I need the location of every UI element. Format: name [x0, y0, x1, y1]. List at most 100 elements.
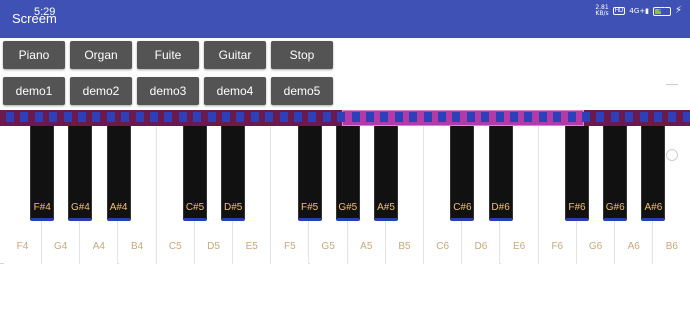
strip-key-marker — [135, 112, 144, 122]
black-key-label: A#4 — [109, 202, 128, 213]
demo3-button[interactable]: demo3 — [137, 77, 199, 105]
strip-key-marker — [596, 112, 605, 122]
fuite-button[interactable]: Fuite — [137, 41, 199, 69]
black-key-label: C#5 — [185, 202, 205, 213]
strip-key-marker — [193, 112, 202, 122]
strip-key-marker — [6, 112, 14, 122]
strip-key-marker — [207, 112, 216, 122]
demo5-button[interactable]: demo5 — [271, 77, 333, 105]
white-key-label: A5 — [360, 241, 373, 252]
hd-icon: HD — [612, 7, 626, 15]
white-key-label: C6 — [436, 241, 450, 252]
black-key-csharp5[interactable]: C#5 — [183, 126, 207, 221]
visible-range-highlight[interactable] — [342, 110, 584, 126]
strip-key-marker — [639, 112, 648, 122]
strip-key-marker — [452, 112, 461, 122]
strip-key-marker — [322, 112, 331, 122]
status-icons: 2.81 KB/s HD 4G+▮ 44 ⚡ — [595, 5, 682, 17]
charging-icon: ⚡ — [674, 5, 682, 16]
demo1-button[interactable]: demo1 — [3, 77, 65, 105]
instrument-button-row: Piano Organ Fuite Guitar Stop — [3, 41, 333, 69]
strip-key-marker — [495, 112, 504, 122]
black-key-asharp5[interactable]: A#5 — [374, 126, 398, 221]
strip-key-marker — [510, 112, 518, 122]
black-key-dsharp5[interactable]: D#5 — [221, 126, 246, 221]
piano-keyboard: F4 G4 A4 B4 C5 D5 E5 F5 G5 A5 B5 C6 D6 E6 F6 G6 A6 B6 F#4 G… — [0, 126, 690, 264]
key-position-strip[interactable] — [0, 110, 690, 126]
white-key-label: E6 — [512, 241, 526, 252]
black-key-fsharp6[interactable]: F#6 — [565, 126, 589, 221]
white-key-label: G4 — [54, 241, 68, 252]
white-key-label: F6 — [551, 241, 564, 252]
strip-key-marker — [294, 112, 302, 122]
white-key-label: F4 — [16, 241, 29, 252]
black-key-label: D#6 — [491, 202, 510, 213]
app-root: Screem 5:29 2.81 KB/s HD 4G+▮ 44 ⚡ Piano… — [0, 0, 690, 310]
strip-key-marker — [553, 112, 562, 122]
strip-key-marker — [178, 112, 187, 122]
black-key-gsharp4[interactable]: G#4 — [68, 126, 93, 221]
organ-button[interactable]: Organ — [70, 41, 132, 69]
black-key-label: F#5 — [300, 202, 319, 213]
black-key-label: A#6 — [644, 202, 663, 213]
scroll-handle-icon[interactable] — [666, 149, 678, 161]
black-key-label: C#6 — [453, 202, 472, 213]
strip-key-marker — [394, 112, 403, 122]
white-key-label: G6 — [588, 241, 603, 252]
white-key-label: B6 — [665, 241, 678, 252]
white-key-label: A4 — [92, 241, 105, 252]
black-key-label: G#5 — [338, 202, 358, 213]
demo2-button[interactable]: demo2 — [70, 77, 132, 105]
network-speed: 2.81 KB/s — [595, 5, 608, 17]
strip-key-marker — [409, 112, 418, 122]
strip-key-marker — [34, 112, 43, 122]
strip-key-marker — [78, 112, 86, 122]
guitar-button[interactable]: Guitar — [204, 41, 266, 69]
black-key-gsharp6[interactable]: G#6 — [603, 126, 628, 221]
app-bar: Screem 5:29 2.81 KB/s HD 4G+▮ 44 ⚡ — [0, 0, 690, 38]
black-key-label: G#6 — [605, 202, 625, 213]
black-key-label: G#4 — [70, 202, 90, 213]
white-key-label: B4 — [130, 241, 144, 252]
strip-key-marker — [92, 112, 101, 122]
strip-key-marker — [438, 112, 446, 122]
black-key-asharp4[interactable]: A#4 — [106, 126, 131, 221]
strip-key-marker — [279, 112, 288, 122]
black-key-asharp6[interactable]: A#6 — [641, 126, 666, 221]
battery-icon: 44 — [652, 6, 671, 16]
demo-button-row: demo1 demo2 demo3 demo4 demo5 — [3, 77, 333, 105]
strip-key-marker — [49, 112, 58, 122]
black-key-label: D#5 — [224, 202, 243, 213]
network-speed-unit: KB/s — [595, 10, 609, 17]
strip-key-marker — [582, 112, 590, 122]
demo4-button[interactable]: demo4 — [204, 77, 266, 105]
strip-key-marker — [106, 112, 115, 122]
strip-key-marker — [538, 112, 547, 122]
piano-button[interactable]: Piano — [3, 41, 65, 69]
stop-button[interactable]: Stop — [271, 41, 333, 69]
strip-key-marker — [236, 112, 245, 122]
white-key-label: B5 — [398, 241, 411, 252]
battery-level: 44 — [658, 7, 666, 14]
strip-key-marker — [250, 112, 259, 122]
black-key-csharp6[interactable]: C#6 — [450, 126, 475, 221]
white-key-label: D5 — [207, 241, 220, 252]
strip-key-marker — [423, 112, 432, 122]
strip-key-marker — [380, 112, 389, 122]
black-key-dsharp6[interactable]: D#6 — [488, 126, 513, 221]
strip-key-marker — [222, 112, 230, 122]
strip-key-marker — [63, 112, 72, 122]
black-key-label: F#6 — [568, 202, 586, 213]
strip-key-marker — [366, 112, 374, 122]
black-key-fsharp5[interactable]: F#5 — [297, 126, 322, 221]
strip-key-marker — [121, 112, 130, 122]
strip-key-marker — [466, 112, 475, 122]
signal-label: 4G+ — [629, 7, 646, 15]
black-key-gsharp5[interactable]: G#5 — [335, 126, 360, 221]
strip-key-marker — [351, 112, 360, 122]
white-key-label: C5 — [168, 241, 182, 252]
white-key-label: F5 — [284, 241, 296, 252]
strip-key-marker — [682, 112, 690, 122]
black-key-label: F#4 — [33, 202, 51, 213]
black-key-fsharp4[interactable]: F#4 — [30, 126, 55, 221]
